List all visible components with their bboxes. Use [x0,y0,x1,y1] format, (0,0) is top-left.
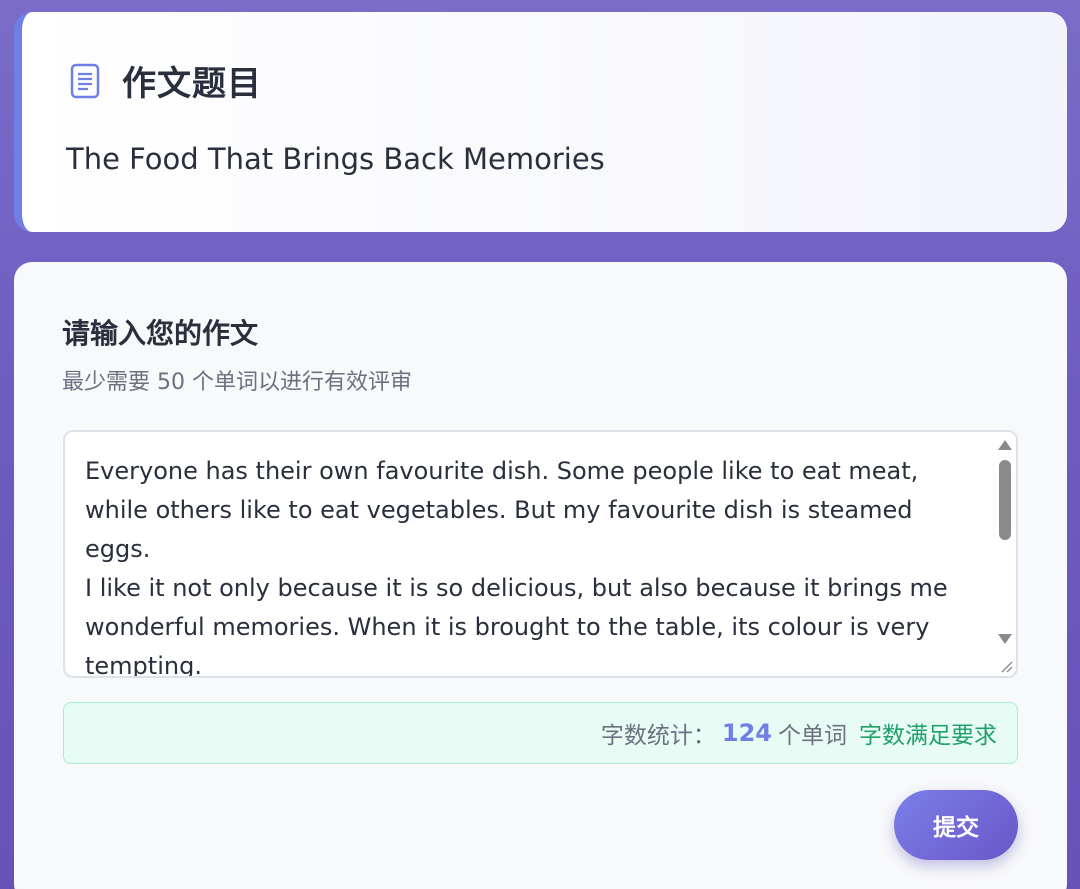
scroll-thumb[interactable] [999,460,1011,540]
resize-handle-icon[interactable] [998,658,1014,674]
essay-section-title: 请输入您的作文 [62,317,259,350]
word-count-number: 124 [721,719,772,747]
word-minimum-hint: 最少需要 50 个单词以进行有效评审 [62,370,412,395]
document-icon [70,63,100,99]
scroll-down-arrow-icon[interactable] [998,634,1012,644]
scroll-up-arrow-icon[interactable] [998,440,1012,450]
topic-heading: 作文题目 [122,64,262,104]
essay-card: 请输入您的作文 最少需要 50 个单词以进行有效评审 Everyone has … [14,262,1067,889]
word-count-bar: 字数统计： 124 个单词 字数满足要求 [63,702,1018,764]
word-count-unit: 个单词 [778,723,847,749]
essay-text[interactable]: Everyone has their own favourite dish. S… [85,452,985,676]
word-count-status: 字数满足要求 [859,723,997,749]
essay-topic: The Food That Brings Back Memories [66,142,605,176]
essay-textarea[interactable]: Everyone has their own favourite dish. S… [63,430,1018,678]
textarea-scrollbar[interactable] [994,432,1016,676]
topic-card: 作文题目 The Food That Brings Back Memories [14,12,1067,232]
submit-button[interactable]: 提交 [894,790,1018,860]
word-count-label: 字数统计： [600,723,716,749]
topic-header: 作文题目 [70,56,262,105]
